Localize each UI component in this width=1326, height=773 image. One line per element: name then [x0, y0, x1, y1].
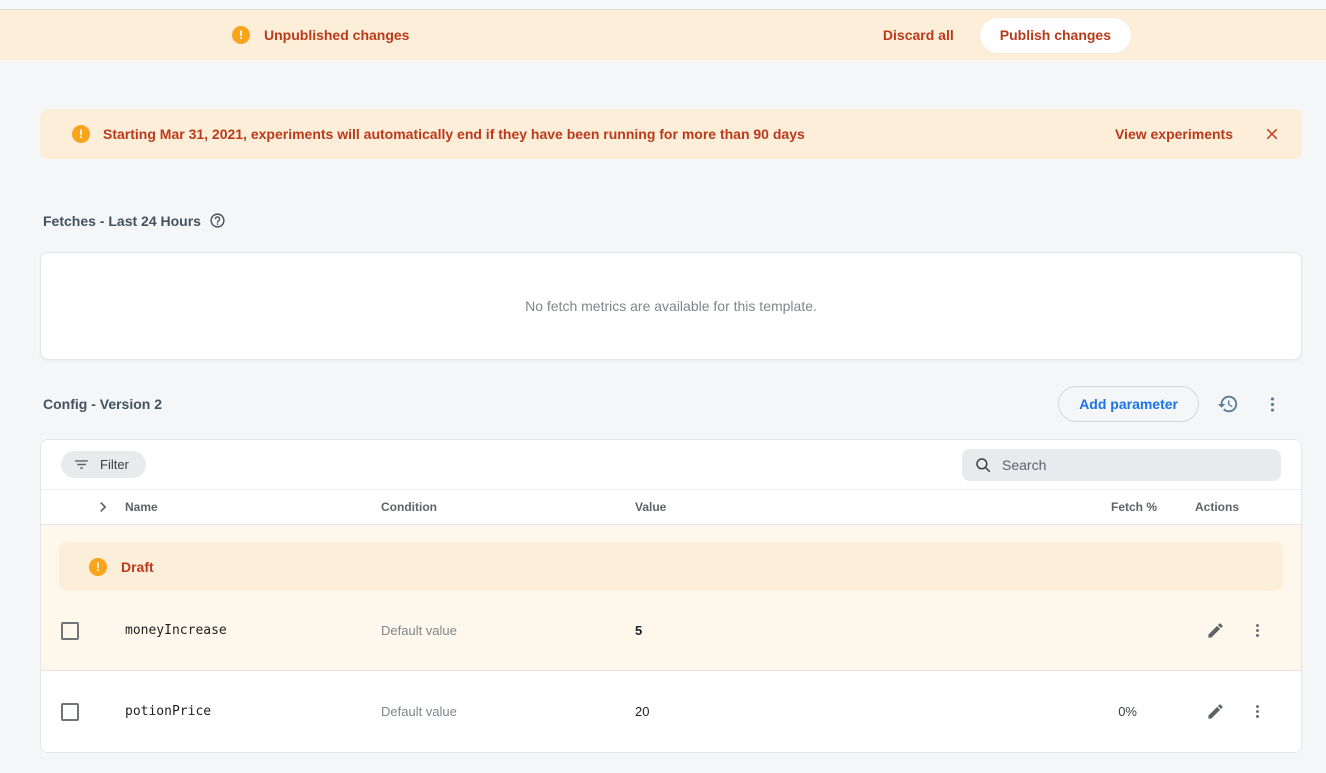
- filter-chip[interactable]: Filter: [61, 451, 146, 478]
- search-input[interactable]: [1002, 457, 1269, 473]
- parameter-condition: Default value: [381, 704, 635, 719]
- fetches-section-header: Fetches - Last 24 Hours: [43, 212, 1326, 229]
- kebab-menu-icon[interactable]: [1243, 698, 1271, 726]
- config-actions: Add parameter: [1058, 386, 1287, 422]
- row-checkbox[interactable]: [61, 622, 79, 640]
- kebab-menu-icon[interactable]: [1243, 617, 1271, 645]
- parameter-value: 5: [635, 623, 1057, 638]
- fetch-metrics-card: No fetch metrics are available for this …: [40, 252, 1302, 360]
- draft-label: Draft: [121, 559, 154, 575]
- search-icon: [974, 456, 992, 474]
- config-section-header: Config - Version 2 Add parameter: [43, 386, 1287, 422]
- chevron-right-icon[interactable]: [93, 497, 113, 517]
- column-header-actions: Actions: [1157, 500, 1277, 514]
- fetches-title: Fetches - Last 24 Hours: [43, 213, 201, 229]
- experiments-notice-banner: Starting Mar 31, 2021, experiments will …: [40, 109, 1302, 159]
- parameter-value: 20: [635, 704, 1057, 719]
- unpublished-status: Unpublished changes: [232, 26, 409, 44]
- filter-icon: [73, 456, 90, 473]
- search-box: [962, 449, 1281, 481]
- parameter-condition: Default value: [381, 623, 635, 638]
- edit-pencil-icon[interactable]: [1201, 617, 1229, 645]
- table-toolbar: Filter: [41, 440, 1301, 489]
- add-parameter-button[interactable]: Add parameter: [1058, 386, 1199, 422]
- config-title: Config - Version 2: [43, 396, 162, 412]
- unpublished-message: Unpublished changes: [264, 27, 409, 43]
- config-table-card: Filter Name Condition Value Fetch % Acti…: [40, 439, 1302, 753]
- history-icon[interactable]: [1213, 389, 1243, 419]
- column-header-condition: Condition: [381, 500, 635, 514]
- column-header-value: Value: [635, 500, 1057, 514]
- row-actions: [1157, 698, 1277, 726]
- row-actions: [1157, 617, 1277, 645]
- view-experiments-link[interactable]: View experiments: [1115, 126, 1233, 142]
- table-row: moneyIncrease Default value 5: [41, 591, 1301, 670]
- warning-icon: [232, 26, 250, 44]
- notice-message: Starting Mar 31, 2021, experiments will …: [103, 126, 805, 142]
- help-icon[interactable]: [209, 212, 226, 229]
- parameter-name: moneyIncrease: [125, 623, 381, 638]
- kebab-menu-icon[interactable]: [1257, 389, 1287, 419]
- discard-all-button[interactable]: Discard all: [883, 27, 954, 43]
- close-icon[interactable]: [1263, 125, 1281, 143]
- table-row: potionPrice Default value 20 0%: [41, 671, 1301, 752]
- column-header-name: Name: [125, 500, 381, 514]
- warning-icon: [72, 125, 90, 143]
- draft-banner: Draft: [59, 542, 1283, 591]
- filter-label: Filter: [100, 457, 129, 472]
- warning-icon: [89, 558, 107, 576]
- empty-metrics-message: No fetch metrics are available for this …: [525, 298, 817, 314]
- row-checkbox[interactable]: [61, 703, 79, 721]
- parameter-name: potionPrice: [125, 704, 381, 719]
- edit-pencil-icon[interactable]: [1201, 698, 1229, 726]
- draft-section: Draft moneyIncrease Default value 5: [41, 525, 1301, 671]
- column-header-fetch: Fetch %: [1057, 500, 1157, 514]
- publish-changes-button[interactable]: Publish changes: [980, 18, 1131, 53]
- app-header-edge: [0, 0, 1326, 10]
- unpublished-changes-bar: Unpublished changes Discard all Publish …: [0, 10, 1326, 60]
- unpublished-actions: Discard all Publish changes: [883, 18, 1131, 53]
- notice-actions: View experiments: [1115, 125, 1281, 143]
- parameter-fetch-percent: 0%: [1057, 704, 1157, 719]
- table-header-row: Name Condition Value Fetch % Actions: [41, 489, 1301, 525]
